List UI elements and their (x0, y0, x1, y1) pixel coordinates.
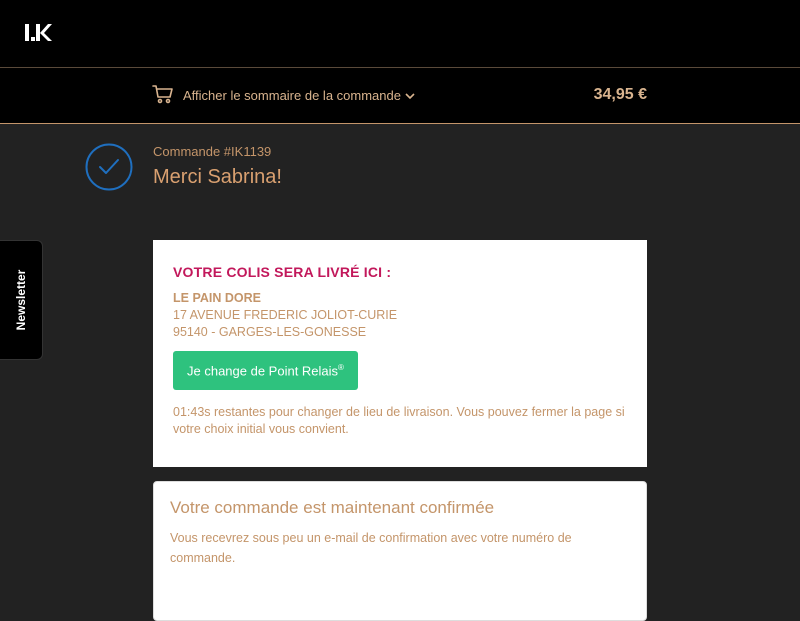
confirmation-title: Votre commande est maintenant confirmée (170, 498, 495, 517)
delivery-heading: VOTRE COLIS SERA LIVRÉ ICI : (173, 264, 392, 280)
relay-street: 17 AVENUE FREDERIC JOLIOT-CURIE (173, 308, 398, 322)
newsletter-tab[interactable]: Newsletter (0, 240, 43, 360)
summary-toggle-label: Afficher le sommaire de la commande (183, 88, 401, 103)
change-relay-point-button[interactable]: Je change de Point Relais® (173, 351, 358, 391)
relay-name: LE PAIN DORE (173, 291, 261, 305)
order-number: Commande #IK1139 (153, 144, 272, 159)
relay-city: 95140 - GARGES-LES-GONESSE (173, 325, 367, 339)
cart-icon[interactable] (152, 84, 174, 109)
registered-mark: ® (338, 363, 344, 372)
ik-logo-icon[interactable] (24, 22, 52, 49)
confirmation-text: Vous recevrez sous peu un e-mail de conf… (170, 531, 572, 565)
delivery-card: VOTRE COLIS SERA LIVRÉ ICI : LE PAIN DOR… (153, 240, 647, 467)
change-timer-note: 01:43s restantes pour changer de lieu de… (173, 405, 625, 437)
top-header (0, 0, 800, 68)
check-circle-icon (85, 143, 133, 196)
delivery-address: LE PAIN DORE 17 AVENUE FREDERIC JOLIOT-C… (173, 290, 627, 341)
order-summary-bar: Afficher le sommaire de la commande 34,9… (0, 68, 800, 124)
order-total: 34,95 € (593, 86, 647, 103)
newsletter-label: Newsletter (14, 269, 28, 331)
thank-you-heading: Merci Sabrina! (153, 166, 282, 188)
show-order-summary-toggle[interactable]: Afficher le sommaire de la commande (183, 88, 415, 103)
confirmation-card: Votre commande est maintenant confirmée … (153, 481, 647, 621)
change-relay-button-label: Je change de Point Relais (187, 363, 339, 379)
chevron-down-icon (405, 88, 415, 103)
